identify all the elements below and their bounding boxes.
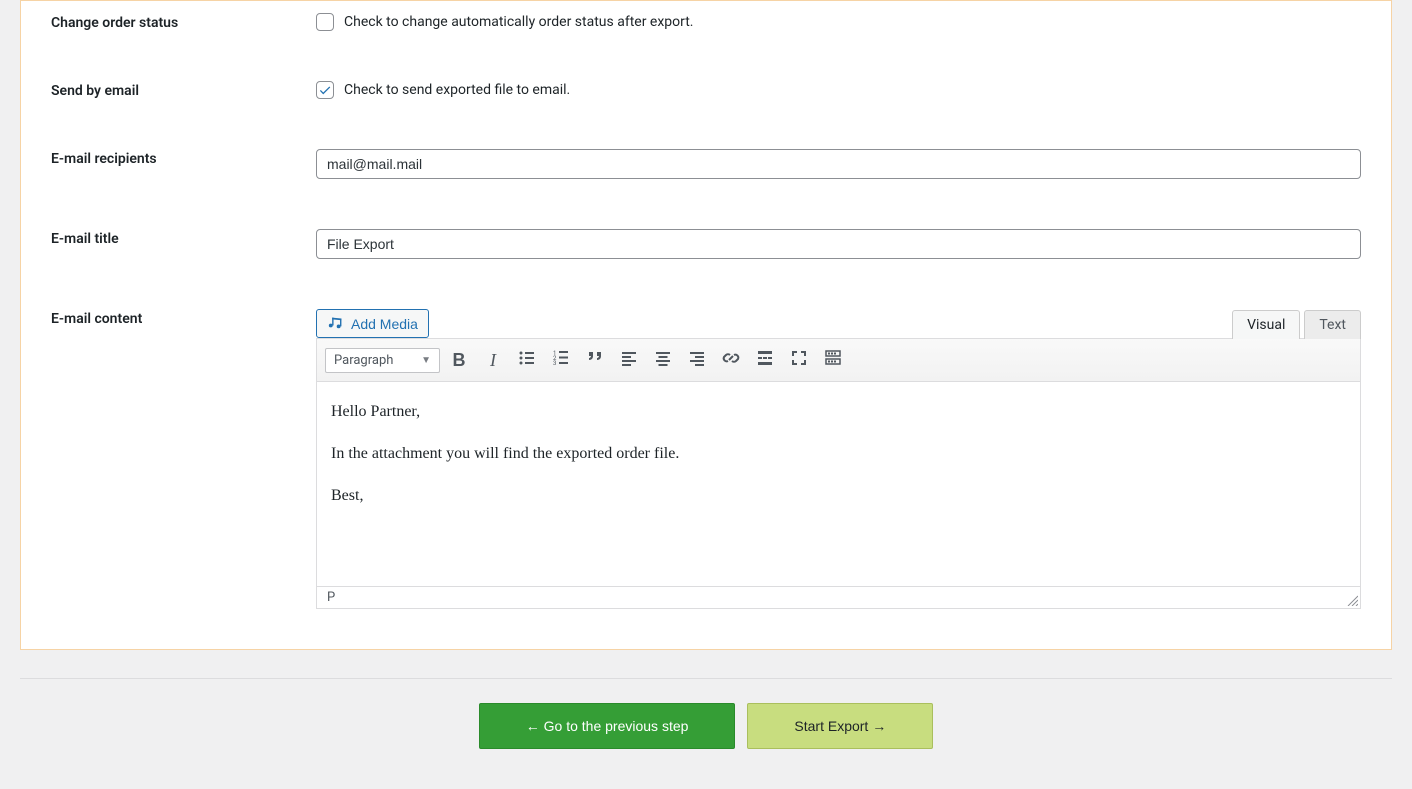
align-left-button[interactable]: [614, 345, 644, 375]
align-left-icon: [619, 348, 639, 372]
editor-element-path[interactable]: P: [327, 590, 335, 605]
editor-content-area[interactable]: Hello Partner, In the attachment you wil…: [317, 382, 1360, 586]
numbered-list-button[interactable]: 123: [546, 345, 576, 375]
tab-text[interactable]: Text: [1304, 310, 1361, 339]
bullet-list-button[interactable]: [512, 345, 542, 375]
editor-paragraph: Best,: [331, 484, 1346, 508]
editor-paragraph: In the attachment you will find the expo…: [331, 442, 1346, 466]
input-email-recipients[interactable]: [316, 149, 1361, 179]
row-email-recipients: E-mail recipients: [51, 139, 1361, 189]
checkbox-label-change-order-status: Check to change automatically order stat…: [344, 14, 694, 30]
align-right-button[interactable]: [682, 345, 712, 375]
tab-visual[interactable]: Visual: [1232, 310, 1300, 339]
label-email-title: E-mail title: [51, 229, 316, 247]
input-email-title[interactable]: [316, 229, 1361, 259]
fullscreen-icon: [789, 348, 809, 372]
fullscreen-button[interactable]: [784, 345, 814, 375]
label-email-recipients: E-mail recipients: [51, 149, 316, 167]
read-more-button[interactable]: [750, 345, 780, 375]
format-select-label: Paragraph: [334, 353, 393, 368]
bullet-list-icon: [517, 348, 537, 372]
chevron-down-icon: ▼: [421, 355, 431, 366]
format-select[interactable]: Paragraph ▼: [325, 348, 440, 373]
row-email-title: E-mail title: [51, 219, 1361, 269]
add-media-button[interactable]: Add Media: [316, 309, 429, 338]
italic-icon: I: [490, 350, 496, 371]
editor-tabs: Visual Text: [1232, 310, 1361, 339]
quote-icon: [585, 348, 605, 372]
row-email-content: E-mail content Add: [51, 299, 1361, 619]
music-note-icon: [327, 315, 345, 332]
svg-text:3: 3: [553, 360, 556, 367]
footer-buttons: ← Go to the previous step Start Export →: [20, 703, 1392, 749]
start-export-button[interactable]: Start Export →: [747, 703, 933, 749]
bold-icon: B: [453, 350, 466, 371]
align-right-icon: [687, 348, 707, 372]
toolbar-toggle-icon: [823, 348, 843, 372]
align-center-button[interactable]: [648, 345, 678, 375]
checkbox-change-order-status[interactable]: [316, 13, 334, 31]
checkbox-send-by-email[interactable]: [316, 81, 334, 99]
numbered-list-icon: 123: [551, 348, 571, 372]
checkbox-label-send-by-email: Check to send exported file to email.: [344, 82, 570, 98]
link-icon: [721, 348, 741, 372]
label-email-content: E-mail content: [51, 309, 316, 327]
wysiwyg-editor: Paragraph ▼ B I 123: [316, 338, 1361, 609]
label-send-by-email: Send by email: [51, 81, 316, 99]
link-button[interactable]: [716, 345, 746, 375]
read-more-icon: [755, 348, 775, 372]
row-change-order-status: Change order status Check to change auto…: [51, 1, 1361, 41]
editor-status-bar: P: [317, 586, 1360, 608]
editor-toolbar: Paragraph ▼ B I 123: [317, 339, 1360, 382]
row-send-by-email: Send by email Check to send exported fil…: [51, 71, 1361, 109]
previous-step-button[interactable]: ← Go to the previous step: [479, 703, 736, 749]
editor-paragraph: Hello Partner,: [331, 400, 1346, 424]
align-center-icon: [653, 348, 673, 372]
italic-button[interactable]: I: [478, 345, 508, 375]
blockquote-button[interactable]: [580, 345, 610, 375]
resize-handle[interactable]: [1346, 594, 1358, 606]
add-media-label: Add Media: [351, 316, 418, 332]
label-change-order-status: Change order status: [51, 13, 316, 31]
bold-button[interactable]: B: [444, 345, 474, 375]
toolbar-toggle-button[interactable]: [818, 345, 848, 375]
settings-panel: Change order status Check to change auto…: [20, 0, 1392, 650]
section-divider: [20, 678, 1392, 679]
